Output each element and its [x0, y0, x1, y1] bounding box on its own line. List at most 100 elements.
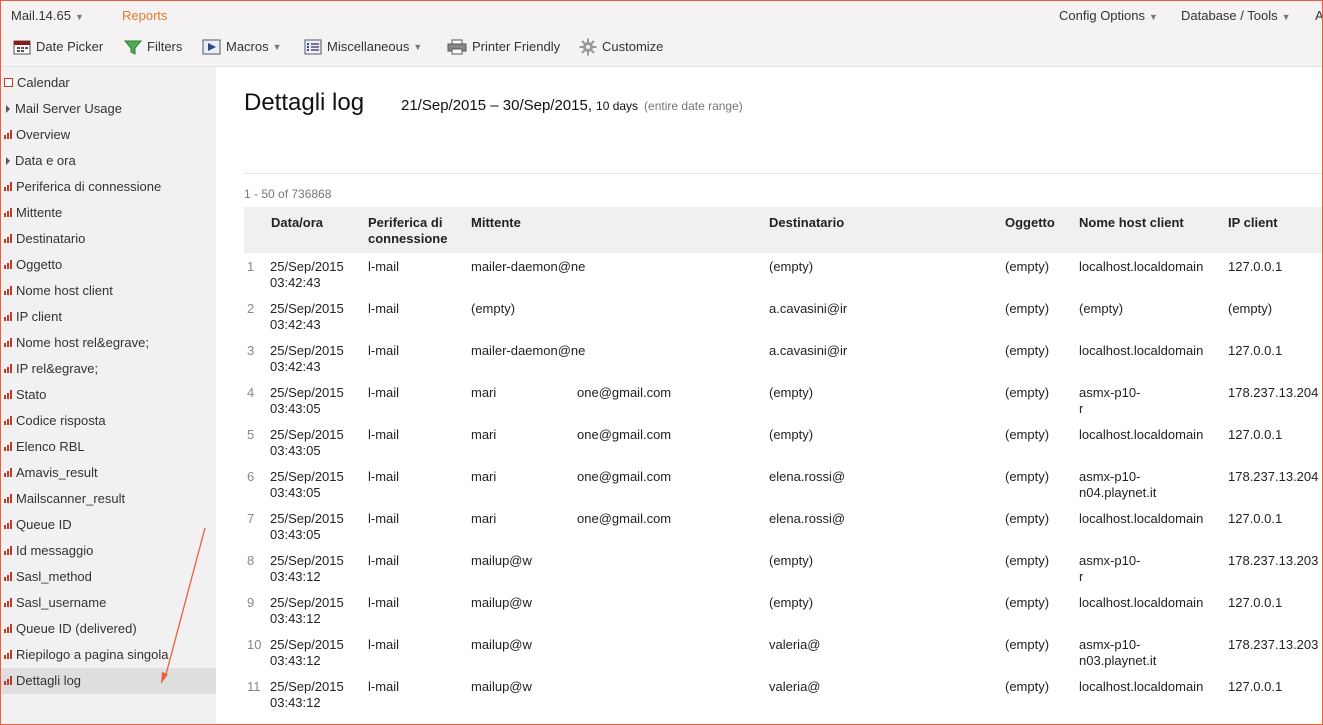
sidebar-item[interactable]: Calendar [0, 70, 216, 96]
report-bars-icon [4, 546, 13, 556]
cell-device: l-mail [368, 427, 400, 442]
table-row[interactable]: 10 25/Sep/2015 03:43:12 l-mail mailup@w valer… [244, 631, 1323, 673]
database-tools-menu[interactable]: Database / Tools ▼ [1181, 6, 1291, 26]
sidebar-item[interactable]: Id messaggio [0, 538, 216, 564]
sidebar-item[interactable]: Queue ID [0, 512, 216, 538]
chevron-down-icon: ▼ [413, 42, 423, 52]
report-bars-icon [4, 390, 13, 400]
macros-button[interactable]: Macros ▼ [202, 36, 282, 58]
sidebar-item[interactable]: Mittente [0, 200, 216, 226]
sidebar-item[interactable]: Nome host rel&egrave; [0, 330, 216, 356]
cell-sender2: one@gmail.com [577, 469, 672, 484]
expand-triangle-icon [6, 104, 10, 113]
overflow-menu[interactable]: A [1315, 6, 1323, 26]
table-row[interactable]: 11 25/Sep/2015 03:43:12 l-mail mailup@w valer… [244, 673, 1323, 715]
col-device[interactable]: Periferica di connessione [368, 215, 447, 247]
sidebar-item[interactable]: Destinatario [0, 226, 216, 252]
expand-triangle-icon [6, 156, 10, 165]
cell-date-day: 25/Sep/2015 [270, 679, 344, 694]
sidebar-item[interactable]: Sasl_method [0, 564, 216, 590]
filters-button[interactable]: Filters [124, 36, 182, 58]
sidebar-item[interactable]: IP rel&egrave; [0, 356, 216, 382]
table-row[interactable]: 7 25/Sep/2015 03:43:05 l-mail mari one@gmail.… [244, 505, 1323, 547]
cell-host: asmx-p10- n04.playnet.it [1079, 469, 1156, 501]
sidebar-item-label: Destinatario [16, 231, 86, 246]
sidebar-item[interactable]: Overview [0, 122, 216, 148]
cell-date-day: 25/Sep/2015 [270, 595, 344, 610]
sidebar-item[interactable]: Dettagli log [0, 668, 216, 694]
miscellaneous-button[interactable]: Miscellaneous ▼ [304, 36, 422, 58]
table-row[interactable]: 6 25/Sep/2015 03:43:05 l-mail mari one@gmail.… [244, 463, 1323, 505]
sidebar-item-label: Queue ID (delivered) [16, 621, 137, 636]
sidebar-item[interactable]: Periferica di connessione [0, 174, 216, 200]
sidebar-item[interactable]: Codice risposta [0, 408, 216, 434]
col-subject[interactable]: Oggetto [1005, 215, 1055, 231]
cell-date-time: 03:43:12 [270, 653, 321, 668]
customize-button[interactable]: Customize [579, 36, 663, 58]
sidebar-item[interactable]: Amavis_result [0, 460, 216, 486]
col-date[interactable]: Data/ora [271, 215, 323, 231]
cell-host: localhost.localdomain [1079, 259, 1203, 275]
col-recipient[interactable]: Destinatario [769, 215, 844, 231]
cell-sender: mailup@w [471, 679, 532, 694]
sidebar-item-label: Queue ID [16, 517, 72, 532]
printer-friendly-button[interactable]: Printer Friendly [447, 36, 560, 58]
table-row[interactable]: 5 25/Sep/2015 03:43:05 l-mail mari one@gmail.… [244, 421, 1323, 463]
config-options-menu[interactable]: Config Options ▼ [1059, 6, 1158, 26]
cell-ip: 127.0.0.1 [1228, 259, 1283, 274]
reports-menu[interactable]: Reports [122, 6, 168, 26]
sidebar-item-label: Id messaggio [16, 543, 94, 558]
sidebar-item[interactable]: Sasl_username [0, 590, 216, 616]
cell-sender: mailer-daemon@ne [471, 259, 586, 274]
col-host[interactable]: Nome host client [1079, 215, 1184, 231]
sidebar-item[interactable]: Queue ID (delivered) [0, 616, 216, 642]
cell-host-line1: localhost.localdomain [1079, 511, 1204, 526]
cell-sender: mari [471, 385, 497, 400]
report-bars-icon [4, 364, 13, 374]
table-row[interactable]: 8 25/Sep/2015 03:43:12 l-mail mailup@w (empty… [244, 547, 1323, 589]
app-version-menu[interactable]: Mail.14.65 ▼ [11, 6, 84, 26]
cell-ip: (empty) [1228, 301, 1273, 316]
cell-host-line1: localhost.localdomain [1079, 679, 1204, 694]
miscellaneous-label: Miscellaneous [327, 39, 410, 54]
sidebar-item[interactable]: Elenco RBL [0, 434, 216, 460]
cell-date: 25/Sep/2015 03:43:05 [270, 511, 344, 543]
table-row[interactable]: 2 25/Sep/2015 03:42:43 l-mail (empty) a.cavas… [244, 295, 1323, 337]
sidebar-item-label: Data e ora [15, 153, 76, 168]
table-row[interactable]: 9 25/Sep/2015 03:43:12 l-mail mailup@w (empty… [244, 589, 1323, 631]
table-row[interactable]: 4 25/Sep/2015 03:43:05 l-mail mari one@gmail.… [244, 379, 1323, 421]
cell-date-day: 25/Sep/2015 [270, 511, 344, 526]
date-range-text: 21/Sep/2015 – 30/Sep/2015, [401, 97, 593, 114]
cell-date-time: 03:42:43 [270, 317, 321, 332]
col-sender[interactable]: Mittente [471, 215, 521, 231]
table-row[interactable]: 1 25/Sep/2015 03:42:43 l-mail mailer-daemon@… [244, 253, 1323, 295]
cell-subject: (empty) [1005, 385, 1050, 400]
sidebar-item-label: Nome host client [16, 283, 113, 298]
sidebar-item[interactable]: IP client [0, 304, 216, 330]
cell-sender: mari [471, 511, 497, 526]
sidebar-item-label: Sasl_username [16, 595, 107, 610]
sidebar-item[interactable]: Stato [0, 382, 216, 408]
cell-date-time: 03:43:12 [270, 611, 321, 626]
sidebar: Calendar Mail Server Usage Overview Data e … [0, 67, 216, 725]
printer-friendly-label: Printer Friendly [472, 39, 561, 54]
sidebar-item-label: Elenco RBL [16, 439, 85, 454]
date-picker-button[interactable]: Date Picker [13, 36, 103, 58]
col-ip[interactable]: IP client [1228, 215, 1278, 231]
row-number: 4 [247, 385, 255, 400]
cell-sender: mailup@w [471, 637, 532, 652]
table-row[interactable]: 3 25/Sep/2015 03:42:43 l-mail mailer-daemon@… [244, 337, 1323, 379]
cell-date: 25/Sep/2015 03:43:12 [270, 637, 344, 669]
sidebar-item[interactable]: Data e ora [0, 148, 216, 174]
sidebar-item[interactable]: Nome host client [0, 278, 216, 304]
date-range[interactable]: 21/Sep/2015 – 30/Sep/2015, 10 days (entire… [401, 97, 743, 114]
report-bars-icon [4, 338, 13, 348]
cell-date: 25/Sep/2015 03:43:12 [270, 679, 344, 711]
sidebar-item[interactable]: Mail Server Usage [0, 96, 216, 122]
sidebar-item[interactable]: Oggetto [0, 252, 216, 278]
cell-host-line1: localhost.localdomain [1079, 595, 1204, 610]
sidebar-item[interactable]: Mailscanner_result [0, 486, 216, 512]
cell-recipient: (empty) [769, 259, 814, 274]
sidebar-item[interactable]: Riepilogo a pagina singola [0, 642, 216, 668]
report-bars-icon [4, 312, 13, 322]
